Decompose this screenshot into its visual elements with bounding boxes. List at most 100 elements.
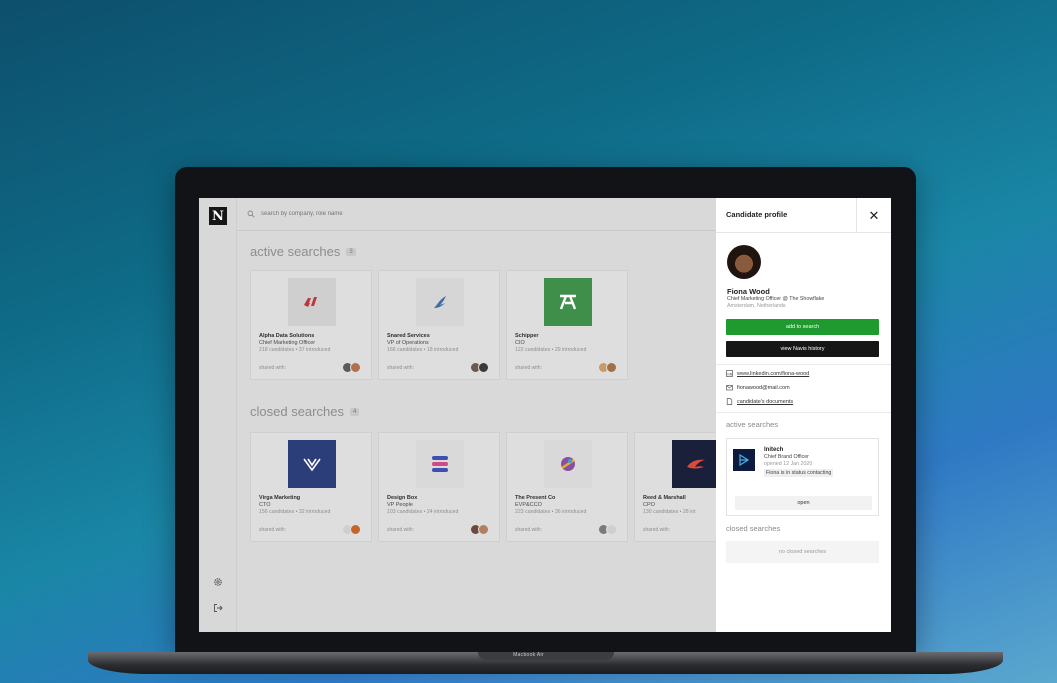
view-history-button[interactable]: view Navis history [726, 341, 879, 357]
card-stats: 103 candidates • 24 introduced [387, 509, 459, 515]
gear-icon[interactable] [211, 577, 225, 591]
candidate-job-title: Chief Marketing Officer @ The Showflake [727, 296, 825, 302]
card-role: CTO [259, 502, 271, 508]
card-company: The Present Co [515, 495, 556, 501]
card-stats: 156 candidates • 32 introduced [259, 509, 331, 515]
card-shared-label: shared with: [643, 527, 670, 533]
card-role: Chief Marketing Officer [259, 340, 316, 346]
card-shared-label: shared with: [387, 527, 414, 533]
close-icon[interactable]: ✕ [856, 198, 891, 233]
card-company: Design Box [387, 495, 418, 501]
panel-header: Candidate profile ✕ [716, 198, 891, 233]
active-searches-title: active searches [250, 244, 341, 259]
card-company: Virga Marketing [259, 495, 301, 501]
card-shared-label: shared with: [515, 527, 542, 533]
closed-searches-count: 4 [349, 407, 360, 416]
search-company: Initech [764, 447, 784, 453]
alpha-logo [288, 278, 336, 326]
active-search-card: Initech Chief Brand Officer opened 12 Ja… [726, 438, 879, 516]
documents-link[interactable]: candidate's documents [737, 399, 793, 405]
avatar [478, 362, 489, 373]
document-icon [726, 398, 733, 405]
card-company: Schipper [515, 333, 539, 339]
no-closed-searches-message: no closed searches [726, 541, 879, 563]
app-logo[interactable]: N [209, 207, 227, 225]
card-stats: 218 candidates • 37 introduced [259, 347, 331, 353]
logout-icon[interactable] [211, 603, 225, 617]
search-card-snared[interactable]: Snared Services VP of Operations 166 can… [378, 270, 500, 380]
card-shared-label: shared with: [259, 365, 286, 371]
panel-active-searches-title: active searches [726, 420, 779, 429]
candidate-location: Amsterdam, Netherlands [727, 303, 786, 309]
card-role: CPO [643, 502, 655, 508]
shared-avatars [598, 524, 617, 535]
card-role: VP of Operations [387, 340, 429, 346]
shared-avatars [342, 362, 361, 373]
reed-logo [672, 440, 720, 488]
sidebar: N [199, 198, 237, 632]
shared-avatars [342, 524, 361, 535]
search-card-virga[interactable]: Virga Marketing CTO 156 candidates • 32 … [250, 432, 372, 542]
add-to-search-button[interactable]: add to search [726, 319, 879, 335]
card-role: VP People [387, 502, 413, 508]
card-shared-label: shared with: [387, 365, 414, 371]
documents-row[interactable]: candidate's documents [726, 398, 793, 405]
search-icon [247, 205, 255, 223]
virga-logo [288, 440, 336, 488]
shared-avatars [470, 524, 489, 535]
card-shared-label: shared with: [259, 527, 286, 533]
search-opened-date: opened 12 Jan 2020 [764, 461, 813, 467]
candidate-profile-panel: Candidate profile ✕ Fiona Wood Chief Mar… [716, 198, 891, 632]
divider [716, 364, 891, 365]
main-content: active searches 3 Alpha Data Solutions C… [237, 198, 756, 632]
panel-title: Candidate profile [726, 210, 788, 219]
closed-searches-title: closed searches [250, 404, 344, 419]
card-company: Alpha Data Solutions [259, 333, 315, 339]
app-screen: N active searches 3 [199, 198, 891, 632]
candidate-name: Fiona Wood [727, 287, 770, 296]
search-card-designbox[interactable]: Design Box VP People 103 candidates • 24… [378, 432, 500, 542]
shared-avatars [470, 362, 489, 373]
active-searches-heading: active searches 3 [250, 244, 356, 259]
card-role: CIO [515, 340, 525, 346]
avatar [350, 524, 361, 535]
card-stats: 130 candidates • 28 int [643, 509, 696, 515]
active-searches-count: 3 [346, 247, 356, 256]
avatar [606, 362, 617, 373]
search-card-schipper[interactable]: Schipper CIO 122 candidates • 29 introdu… [506, 270, 628, 380]
shared-avatars [598, 362, 617, 373]
email-text: fionawood@mail.com [737, 384, 790, 391]
initech-logo [733, 449, 755, 471]
search-card-alpha[interactable]: Alpha Data Solutions Chief Marketing Off… [250, 270, 372, 380]
header-divider [237, 230, 716, 231]
mail-icon [726, 384, 733, 391]
linkedin-row[interactable]: www.linkedin.com/fiona-wood [726, 370, 809, 377]
background-scene: N active searches 3 [0, 0, 1057, 683]
card-company: Snared Services [387, 333, 430, 339]
email-row: fionawood@mail.com [726, 384, 790, 391]
snared-logo [416, 278, 464, 326]
divider [716, 412, 891, 413]
designbox-logo [416, 440, 464, 488]
linkedin-icon [726, 370, 733, 377]
card-role: EVP&CCO [515, 502, 542, 508]
card-stats: 223 candidates • 36 introduced [515, 509, 587, 515]
avatar [606, 524, 617, 535]
search-card-presentco[interactable]: The Present Co EVP&CCO 223 candidates • … [506, 432, 628, 542]
search-input[interactable] [261, 211, 511, 217]
avatar [727, 245, 761, 279]
device-label: Macbook Air [513, 652, 544, 658]
panel-closed-searches-title: closed searches [726, 524, 781, 533]
avatar [478, 524, 489, 535]
search-bar [247, 206, 707, 222]
status-badge: Fiona is in status contacting [764, 469, 834, 477]
card-stats: 122 candidates • 29 introduced [515, 347, 587, 353]
presentco-logo [544, 440, 592, 488]
card-company: Reed & Marshall [643, 495, 686, 501]
card-stats: 166 candidates • 18 introduced [387, 347, 459, 353]
schipper-logo [544, 278, 592, 326]
open-search-button[interactable]: open [735, 496, 872, 510]
closed-searches-heading: closed searches 4 [250, 404, 360, 419]
linkedin-link[interactable]: www.linkedin.com/fiona-wood [737, 371, 809, 377]
card-shared-label: shared with: [515, 365, 542, 371]
